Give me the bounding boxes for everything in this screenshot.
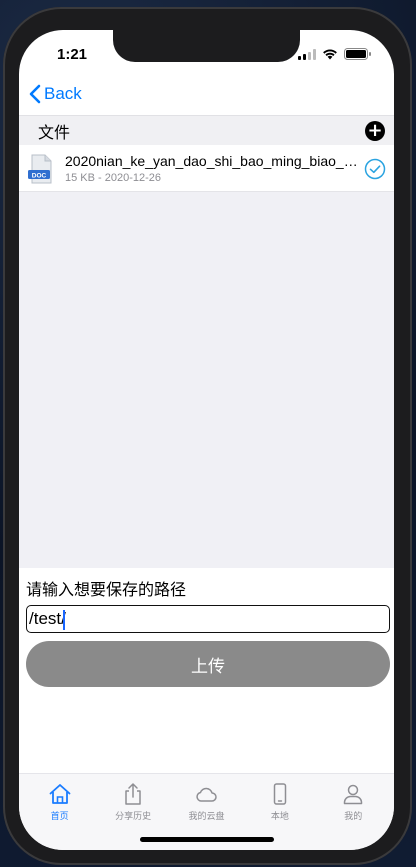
tab-label: 我的云盘 <box>188 812 225 822</box>
screen: 1:21 Back 文件 + DOC 2020nian_ke_yan_dao_s… <box>19 30 394 850</box>
upload-button[interactable]: 上传 <box>26 641 390 687</box>
tab-label: 分享历史 <box>115 812 152 822</box>
tab-label: 首页 <box>50 812 69 822</box>
wifi-icon <box>323 49 337 60</box>
check-circle-icon[interactable] <box>364 158 386 180</box>
file-list-area <box>19 192 394 568</box>
text-caret <box>63 610 65 630</box>
file-row[interactable]: DOC 2020nian_ke_yan_dao_shi_bao_ming_bia… <box>19 146 394 192</box>
doc-file-icon: DOC <box>28 154 52 183</box>
status-icons <box>298 48 371 60</box>
tab-mine[interactable]: 我的 <box>317 782 389 850</box>
signal-icon <box>298 48 316 60</box>
file-info: 2020nian_ke_yan_dao_shi_bao_ming_biao_.d… <box>65 153 358 184</box>
file-meta: 15 KB - 2020-12-26 <box>65 172 162 184</box>
tab-label: 本地 <box>270 812 289 822</box>
files-section-header: 文件 + <box>19 115 394 145</box>
phone-frame: 1:21 Back 文件 + DOC 2020nian_ke_yan_dao_s… <box>3 7 412 865</box>
section-title: 文件 <box>38 122 71 142</box>
add-icon[interactable]: + <box>365 120 385 141</box>
doc-icon-label: DOC <box>32 172 47 179</box>
back-label: Back <box>44 84 82 103</box>
home-icon <box>49 784 71 804</box>
nav-bar: Back <box>19 74 394 114</box>
status-time: 1:21 <box>57 45 88 63</box>
battery-icon <box>344 48 371 60</box>
person-icon <box>344 784 363 805</box>
phone-icon <box>273 783 287 805</box>
save-path-input[interactable] <box>26 605 390 633</box>
notch <box>113 30 300 62</box>
tab-label: 我的 <box>344 812 363 822</box>
tab-home[interactable]: 首页 <box>24 782 96 850</box>
share-icon <box>125 783 141 805</box>
back-button[interactable]: Back <box>29 84 82 104</box>
cloud-icon <box>196 787 218 802</box>
home-indicator <box>140 837 274 842</box>
chevron-left-icon <box>29 84 41 104</box>
file-name: 2020nian_ke_yan_dao_shi_bao_ming_biao_.d… <box>65 153 358 169</box>
save-path-label: 请输入想要保存的路径 <box>26 580 187 599</box>
